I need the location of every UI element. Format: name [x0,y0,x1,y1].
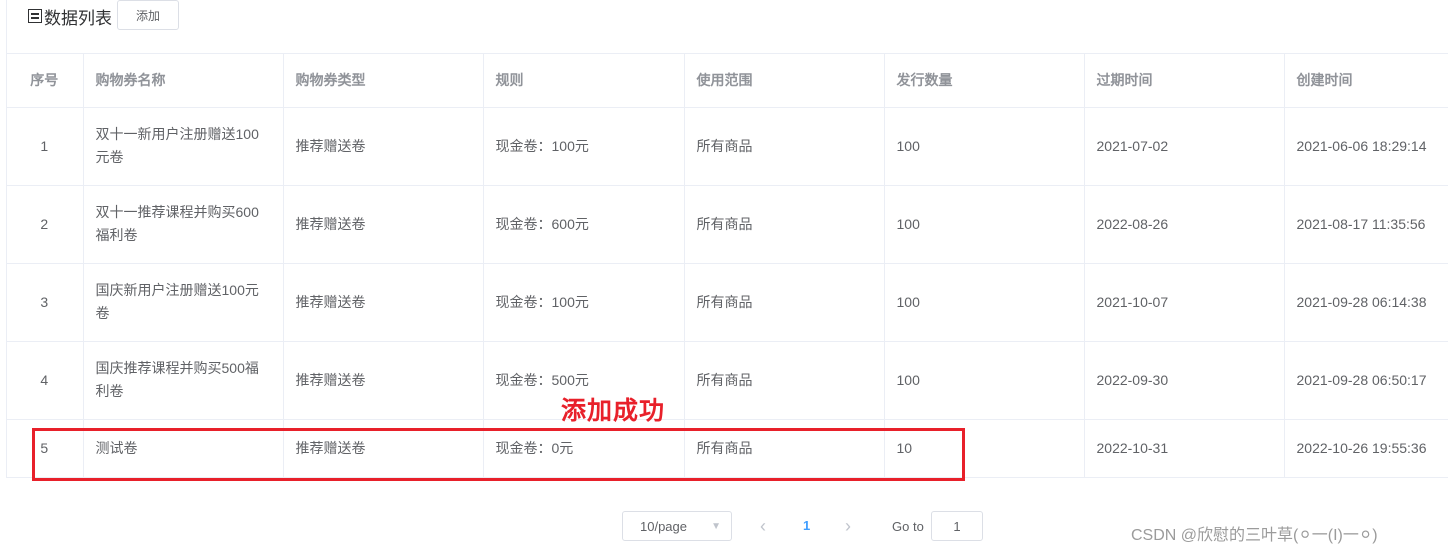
cell-type: 推荐赠送卷 [283,341,484,420]
cell-scope: 所有商品 [684,341,885,420]
cell-index: 5 [6,419,84,478]
cell-rule: 现金卷：100元 [483,107,685,186]
page-title: 数据列表 [44,8,112,28]
cell-quantity: 100 [884,185,1085,264]
cell-created: 2021-09-28 06:50:17 [1284,341,1448,420]
chevron-down-icon: ▼ [711,521,721,532]
table-row[interactable]: 5 测试卷 推荐赠送卷 现金卷：0元 所有商品 10 2022-10-31 20… [6,419,1448,478]
table-header-row: 序号 购物券名称 购物券类型 规则 使用范围 发行数量 过期时间 创建时间 [6,54,1448,108]
table-row[interactable]: 1 双十一新用户注册赠送100元卷 推荐赠送卷 现金卷：100元 所有商品 10… [6,107,1448,186]
cell-rule: 现金卷：100元 [483,263,685,342]
column-header-expire[interactable]: 过期时间 [1084,54,1285,108]
cell-created: 2021-08-17 11:35:56 [1284,185,1448,264]
cell-quantity: 100 [884,341,1085,420]
cell-quantity: 100 [884,263,1085,342]
cell-index: 3 [6,263,84,342]
column-header-quantity[interactable]: 发行数量 [884,54,1085,108]
list-header: 数据列表 [28,0,112,32]
add-button[interactable]: 添加 [117,0,179,30]
table-row[interactable]: 4 国庆推荐课程并购买500福利卷 推荐赠送卷 现金卷：500元 所有商品 10… [6,341,1448,420]
cell-scope: 所有商品 [684,419,885,478]
cell-type: 推荐赠送卷 [283,107,484,186]
coupon-table: 序号 购物券名称 购物券类型 规则 使用范围 发行数量 过期时间 创建时间 1 … [6,54,1448,478]
table-row[interactable]: 3 国庆新用户注册赠送100元卷 推荐赠送卷 现金卷：100元 所有商品 100… [6,263,1448,342]
cell-rule: 现金卷：600元 [483,185,685,264]
cell-created: 2021-06-06 18:29:14 [1284,107,1448,186]
cell-name: 双十一推荐课程并购买600福利卷 [83,185,284,264]
cell-scope: 所有商品 [684,185,885,264]
cell-index: 4 [6,341,84,420]
cell-created: 2021-09-28 06:14:38 [1284,263,1448,342]
success-annotation: 添加成功 [561,396,666,425]
cell-rule: 现金卷：0元 [483,419,685,478]
page-number[interactable]: 1 [803,518,810,533]
cell-scope: 所有商品 [684,107,885,186]
cell-quantity: 100 [884,107,1085,186]
table-row[interactable]: 2 双十一推荐课程并购买600福利卷 推荐赠送卷 现金卷：600元 所有商品 1… [6,185,1448,264]
cell-name: 双十一新用户注册赠送100元卷 [83,107,284,186]
column-header-scope[interactable]: 使用范围 [684,54,885,108]
cell-name: 国庆新用户注册赠送100元卷 [83,263,284,342]
cell-index: 2 [6,185,84,264]
cell-type: 推荐赠送卷 [283,263,484,342]
column-header-type[interactable]: 购物券类型 [283,54,484,108]
column-header-name[interactable]: 购物券名称 [83,54,284,108]
cell-expire: 2021-10-07 [1084,263,1285,342]
goto-label: Go to [892,519,924,534]
column-header-rule[interactable]: 规则 [483,54,685,108]
cell-expire: 2022-10-31 [1084,419,1285,478]
watermark: CSDN @欣慰的三叶草(⚪一(I)一⚪) [1131,527,1378,544]
cell-type: 推荐赠送卷 [283,185,484,264]
prev-page-icon[interactable]: ‹ [760,516,766,537]
cell-name: 测试卷 [83,419,284,478]
list-icon [28,9,42,23]
cell-type: 推荐赠送卷 [283,419,484,478]
cell-created: 2022-10-26 19:55:36 [1284,419,1448,478]
column-header-index[interactable]: 序号 [6,54,84,108]
cell-expire: 2022-09-30 [1084,341,1285,420]
next-page-icon[interactable]: › [845,516,851,537]
goto-input[interactable] [931,511,983,541]
page-size-value: 10/page [640,518,687,534]
page-size-select[interactable]: 10/page ▼ [622,511,732,541]
cell-scope: 所有商品 [684,263,885,342]
cell-quantity: 10 [884,419,1085,478]
cell-expire: 2022-08-26 [1084,185,1285,264]
column-header-created[interactable]: 创建时间 [1284,54,1448,108]
cell-expire: 2021-07-02 [1084,107,1285,186]
cell-name: 国庆推荐课程并购买500福利卷 [83,341,284,420]
cell-index: 1 [6,107,84,186]
